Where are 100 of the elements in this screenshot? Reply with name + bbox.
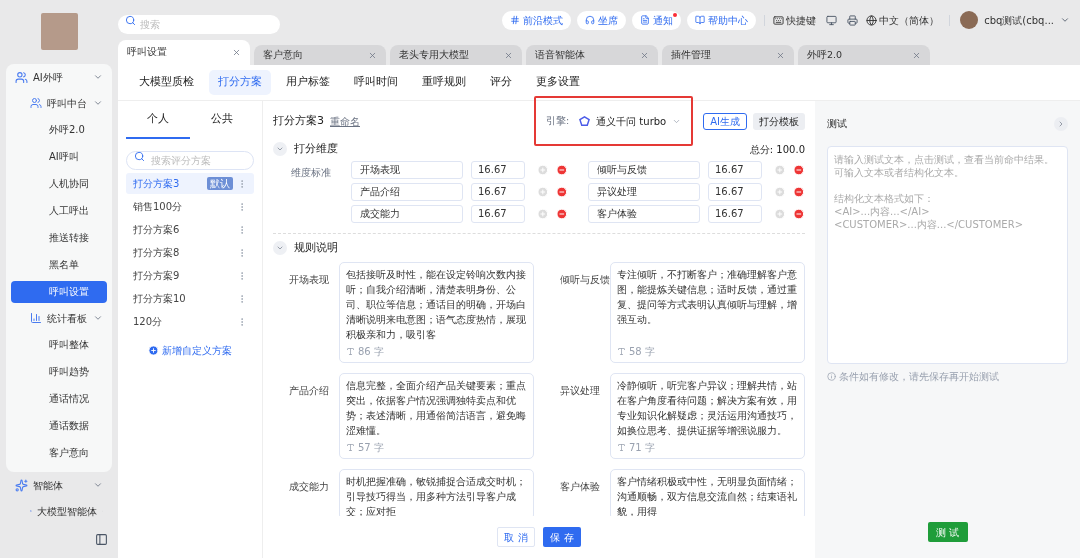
- add-icon[interactable]: [773, 185, 786, 198]
- settings-tab[interactable]: 重呼规则: [413, 70, 475, 95]
- rule-text-area[interactable]: 冷静倾听，听完客户异议；理解共情，站在客户角度看待问题；解决方案有效，用专业知识化解疑虑；灵活运用沟通技巧，如换位思考、提供证据等增强说服力。 71 字: [610, 373, 805, 459]
- score-field[interactable]: 16.67: [708, 182, 762, 201]
- template-button[interactable]: 打分模板: [753, 112, 805, 130]
- settings-tab[interactable]: 呼叫时间: [345, 70, 407, 95]
- shortcut-button[interactable]: 快捷键: [773, 12, 817, 28]
- rule-text-area[interactable]: 信息完整，全面介绍产品关键要素；重点突出，依据客户情况强调独特卖点和优势；表述清晰，用通俗简洁语言，避免晦涩难懂。 57 字: [339, 373, 534, 459]
- save-button[interactable]: 保 存: [543, 527, 581, 547]
- caret-icon[interactable]: [93, 480, 103, 490]
- search-field[interactable]: 搜索: [118, 14, 280, 34]
- user-avatar[interactable]: [960, 11, 979, 29]
- nav-item[interactable]: 呼叫趋势: [11, 360, 107, 383]
- nav-item[interactable]: 外呼2.0: [11, 118, 107, 141]
- nav-item[interactable]: 人机协同: [11, 172, 107, 195]
- rule-text-area[interactable]: 专注倾听，不打断客户；准确理解客户意图，能提炼关键信息；适时反馈，通过重复、提问等方式表明认真倾听与理解，增强互动。 58 字: [610, 262, 805, 363]
- header-button[interactable]: 前沿模式: [502, 10, 572, 30]
- caret-icon[interactable]: [93, 72, 103, 82]
- page-tab[interactable]: 插件管理: [662, 45, 794, 65]
- page-tab[interactable]: 呼叫设置: [118, 40, 250, 65]
- settings-tab[interactable]: 更多设置: [527, 70, 589, 95]
- page-tab[interactable]: 外呼2.0: [798, 45, 930, 65]
- settings-tab[interactable]: 评分: [481, 70, 521, 95]
- caret-icon[interactable]: [1060, 15, 1070, 25]
- score-field[interactable]: 16.67: [708, 160, 762, 179]
- header-button[interactable]: 帮助中心: [687, 10, 757, 30]
- add-icon[interactable]: [773, 207, 786, 220]
- settings-tab[interactable]: 大模型质检: [130, 70, 203, 95]
- settings-tab[interactable]: 打分方案: [209, 70, 271, 95]
- collapse-icon[interactable]: [273, 142, 287, 157]
- scheme-item[interactable]: 打分方案6: [126, 219, 254, 240]
- nav-group[interactable]: 智能体: [33, 477, 88, 493]
- nav-subgroup[interactable]: 呼叫中台: [47, 95, 87, 111]
- score-field[interactable]: 16.67: [471, 160, 525, 179]
- score-field[interactable]: 16.67: [708, 204, 762, 223]
- collapse-icon[interactable]: [273, 240, 287, 255]
- rule-text-area[interactable]: 包括接听及时性，能在设定铃响次数内接听；自我介绍清晰，清楚表明身份、公司、职位等信息；通话目的明确，开场白清晰说明来电意图；语气态度热情，展现积极亲和力，吸引客 86 字: [339, 262, 534, 363]
- page-tab[interactable]: 客户意向: [254, 45, 386, 65]
- remove-icon[interactable]: [793, 185, 805, 198]
- score-field[interactable]: 16.67: [471, 182, 525, 201]
- remove-icon[interactable]: [793, 207, 805, 220]
- close-icon[interactable]: [232, 48, 241, 57]
- collapse-sidebar-icon[interactable]: [95, 533, 108, 546]
- nav-item[interactable]: 人工呼出: [11, 199, 107, 222]
- scheme-tab[interactable]: 公共: [190, 101, 254, 139]
- nav-item[interactable]: 呼叫整体: [11, 333, 107, 356]
- cancel-button[interactable]: 取 消: [497, 527, 535, 547]
- caret-icon[interactable]: [93, 98, 103, 108]
- remove-icon[interactable]: [556, 207, 568, 220]
- close-icon[interactable]: [640, 50, 649, 60]
- close-icon[interactable]: [368, 50, 377, 60]
- remove-icon[interactable]: [556, 163, 568, 176]
- nav-group[interactable]: AI外呼: [33, 69, 88, 85]
- nav-item[interactable]: 黑名单: [11, 253, 107, 276]
- dimension-name-field[interactable]: 成交能力: [351, 204, 463, 223]
- dimension-name-field[interactable]: 客户体验: [588, 204, 700, 223]
- add-scheme-button[interactable]: 新增自定义方案: [148, 343, 232, 358]
- scheme-item[interactable]: 120分: [126, 311, 254, 332]
- nav-subgroup[interactable]: 统计看板: [47, 310, 87, 326]
- header-button[interactable]: 坐席: [577, 10, 627, 30]
- ai-generate-button[interactable]: AI生成: [703, 112, 747, 130]
- header-button[interactable]: 通知: [632, 10, 682, 30]
- remove-icon[interactable]: [793, 163, 805, 176]
- caret-icon[interactable]: [93, 313, 103, 323]
- scheme-tab[interactable]: 个人: [126, 101, 190, 139]
- add-icon[interactable]: [536, 185, 549, 198]
- close-icon[interactable]: [504, 50, 513, 60]
- engine-select[interactable]: 引擎: 通义千问 turbo: [534, 96, 694, 146]
- nav-item[interactable]: 通话数据: [11, 414, 107, 437]
- remove-icon[interactable]: [556, 185, 568, 198]
- dimension-name-field[interactable]: 产品介绍: [351, 182, 463, 201]
- device-icon[interactable]: [847, 14, 859, 26]
- settings-tab[interactable]: 用户标签: [277, 70, 339, 95]
- add-icon[interactable]: [536, 163, 549, 176]
- scheme-item[interactable]: 销售100分: [126, 196, 254, 217]
- add-icon[interactable]: [536, 207, 549, 220]
- close-icon[interactable]: [776, 50, 785, 60]
- nav-item[interactable]: 推送转接: [11, 226, 107, 249]
- screen-icon[interactable]: [826, 14, 838, 26]
- nav-item[interactable]: AI呼叫: [11, 145, 107, 168]
- expand-icon[interactable]: [1054, 116, 1068, 131]
- test-button[interactable]: 测 试: [927, 522, 968, 542]
- scheme-item[interactable]: 打分方案3 默认: [126, 173, 254, 194]
- rename-link[interactable]: 重命名: [330, 113, 360, 129]
- add-icon[interactable]: [773, 163, 786, 176]
- scheme-item[interactable]: 打分方案10: [126, 288, 254, 309]
- scheme-item[interactable]: 打分方案9: [126, 265, 254, 286]
- page-tab[interactable]: 语音智能体: [526, 45, 658, 65]
- nav-item[interactable]: 客户意向: [11, 441, 107, 464]
- nav-item[interactable]: 呼叫设置: [11, 280, 107, 303]
- dimension-name-field[interactable]: 倾听与反馈: [588, 160, 700, 179]
- score-field[interactable]: 16.67: [471, 204, 525, 223]
- page-tab[interactable]: 老头专用大模型: [390, 45, 522, 65]
- language-button[interactable]: 中文（简体）: [866, 12, 940, 28]
- dimension-name-field[interactable]: 异议处理: [588, 182, 700, 201]
- nav-item[interactable]: 通话情况: [11, 387, 107, 410]
- close-icon[interactable]: [912, 50, 921, 60]
- nav-subgroup[interactable]: 大模型智能体: [36, 503, 97, 519]
- scheme-item[interactable]: 打分方案8: [126, 242, 254, 263]
- dimension-name-field[interactable]: 开场表现: [351, 160, 463, 179]
